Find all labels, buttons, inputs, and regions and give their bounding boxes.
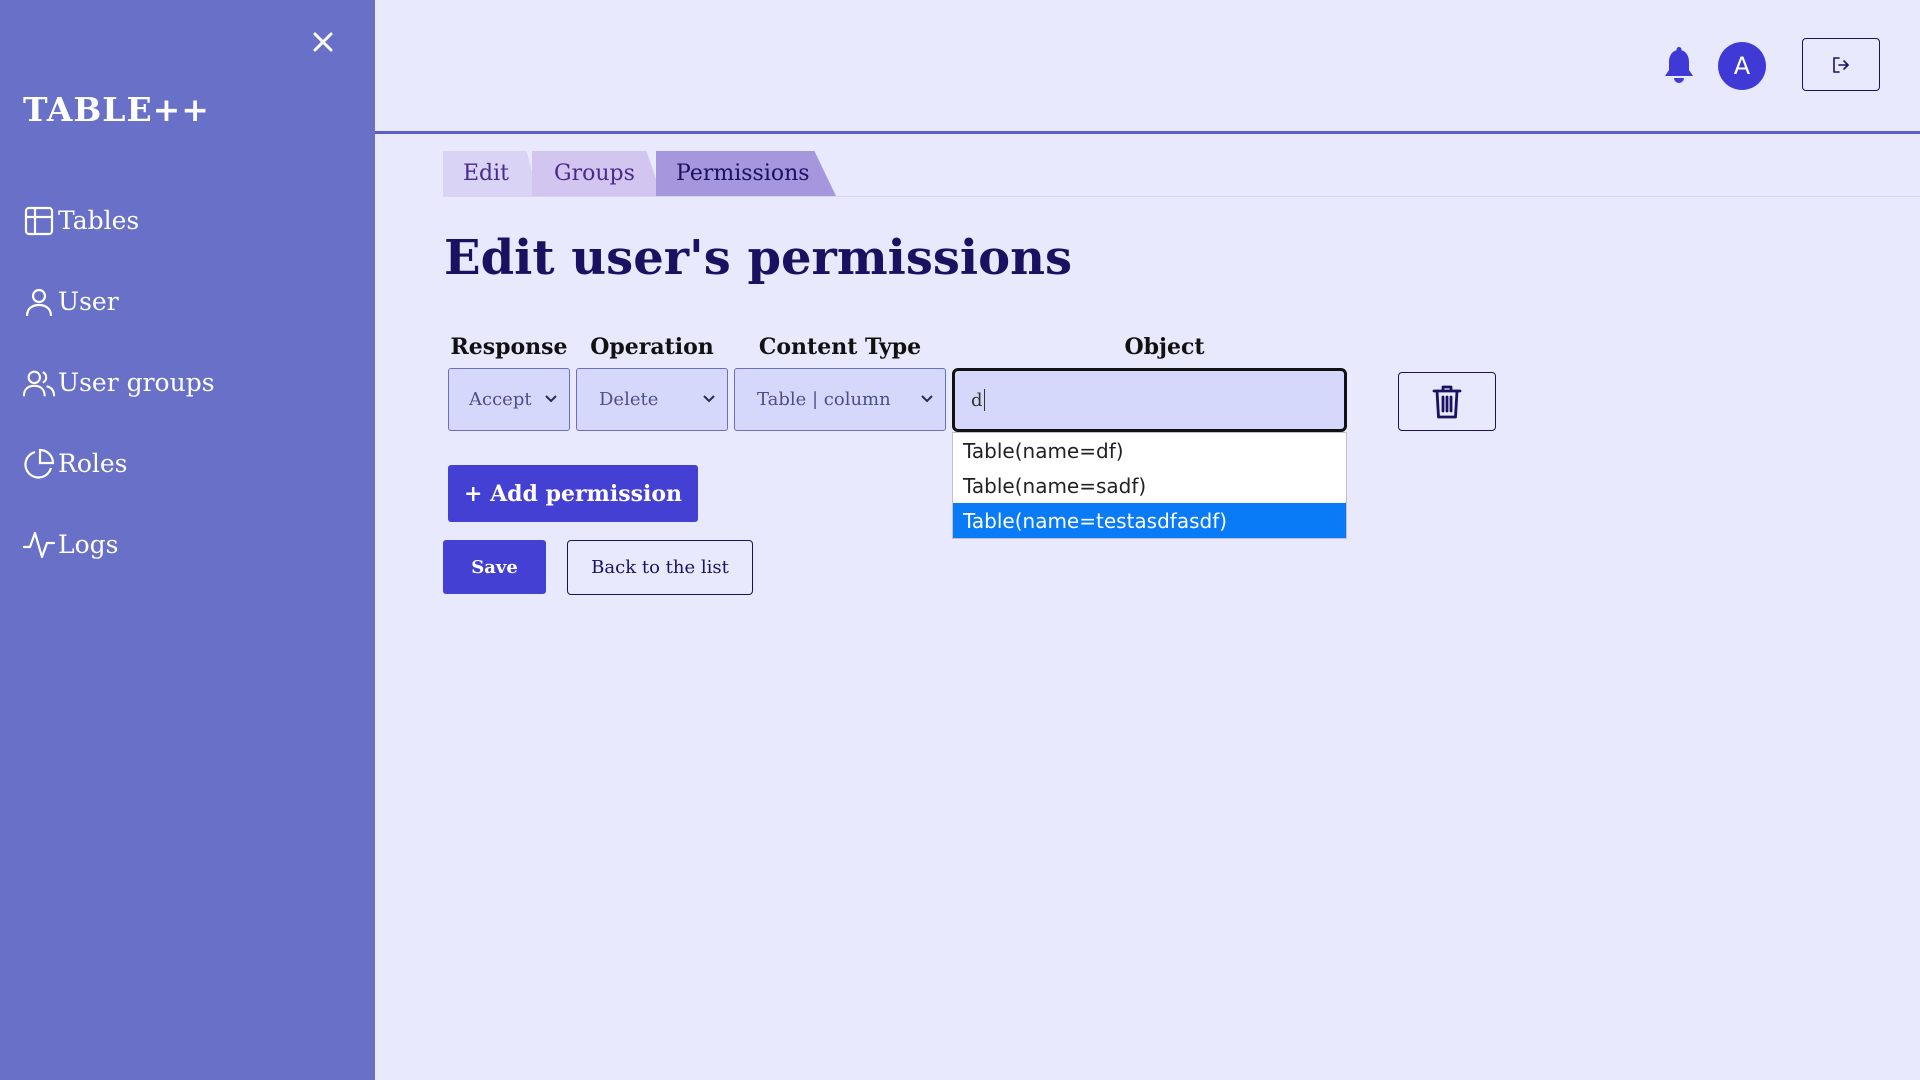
logout-icon [1833,56,1849,73]
object-input-value: d [971,389,983,411]
back-to-list-button[interactable]: Back to the list [567,540,753,595]
text-caret [983,389,985,411]
sidebar-item-label: User [58,287,119,316]
logout-button[interactable] [1802,38,1880,91]
sidebar-item-user-groups[interactable]: User groups [22,342,215,423]
operation-column-label: Operation [590,334,714,360]
table-icon [22,204,56,238]
operation-select-value: Delete [599,389,659,410]
chevron-down-icon [703,395,715,403]
tab-divider [443,196,1920,197]
add-permission-button[interactable]: + Add permission [448,465,698,522]
tab-groups[interactable]: Groups [532,151,662,196]
chevron-down-icon [921,395,933,403]
object-input[interactable]: d [952,368,1347,432]
bell-icon [1665,47,1693,83]
content-type-select[interactable]: Table | column [734,368,946,431]
sidebar-item-roles[interactable]: Roles [22,423,215,504]
activity-icon [22,528,56,562]
sidebar-item-tables[interactable]: Tables [22,180,215,261]
pie-chart-icon [22,447,56,481]
sidebar-item-label: User groups [58,368,215,397]
close-icon [313,32,333,52]
sidebar-item-user[interactable]: User [22,261,215,342]
content-type-select-value: Table | column [757,389,891,410]
user-icon [22,285,56,319]
sidebar-item-label: Tables [58,206,140,235]
response-select-value: Accept [469,389,532,410]
suggestion-item[interactable]: Table(name=df) [953,433,1346,468]
save-button[interactable]: Save [443,540,546,594]
avatar[interactable]: A [1718,42,1766,90]
sidebar-item-label: Logs [58,530,119,559]
content-type-column-label: Content Type [758,334,922,360]
chevron-down-icon [545,395,557,403]
close-sidebar-button[interactable] [305,24,341,60]
suggestion-item[interactable]: Table(name=sadf) [953,468,1346,503]
suggestion-item-highlighted[interactable]: Table(name=testasdfasdf) [953,503,1346,538]
object-suggestions-list: Table(name=df) Table(name=sadf) Table(na… [952,432,1347,539]
sidebar: TABLE++ Tables User User groups Roles Lo… [0,0,375,1080]
tab-bar: Edit Groups Permissions [443,151,836,196]
sidebar-item-label: Roles [58,449,128,478]
notifications-button[interactable] [1658,46,1700,88]
sidebar-nav: Tables User User groups Roles Logs [22,180,215,585]
app-logo: TABLE++ [23,90,210,129]
response-column-label: Response [450,334,568,360]
sidebar-item-logs[interactable]: Logs [22,504,215,585]
response-select[interactable]: Accept [448,368,570,431]
tab-edit[interactable]: Edit [443,151,538,196]
users-icon [22,366,56,400]
tab-permissions[interactable]: Permissions [656,151,836,196]
trash-icon [1432,385,1462,418]
object-column-label: Object [1124,334,1205,360]
delete-permission-button[interactable] [1398,372,1496,431]
operation-select[interactable]: Delete [576,368,728,431]
page-title: Edit user's permissions [444,230,1073,286]
